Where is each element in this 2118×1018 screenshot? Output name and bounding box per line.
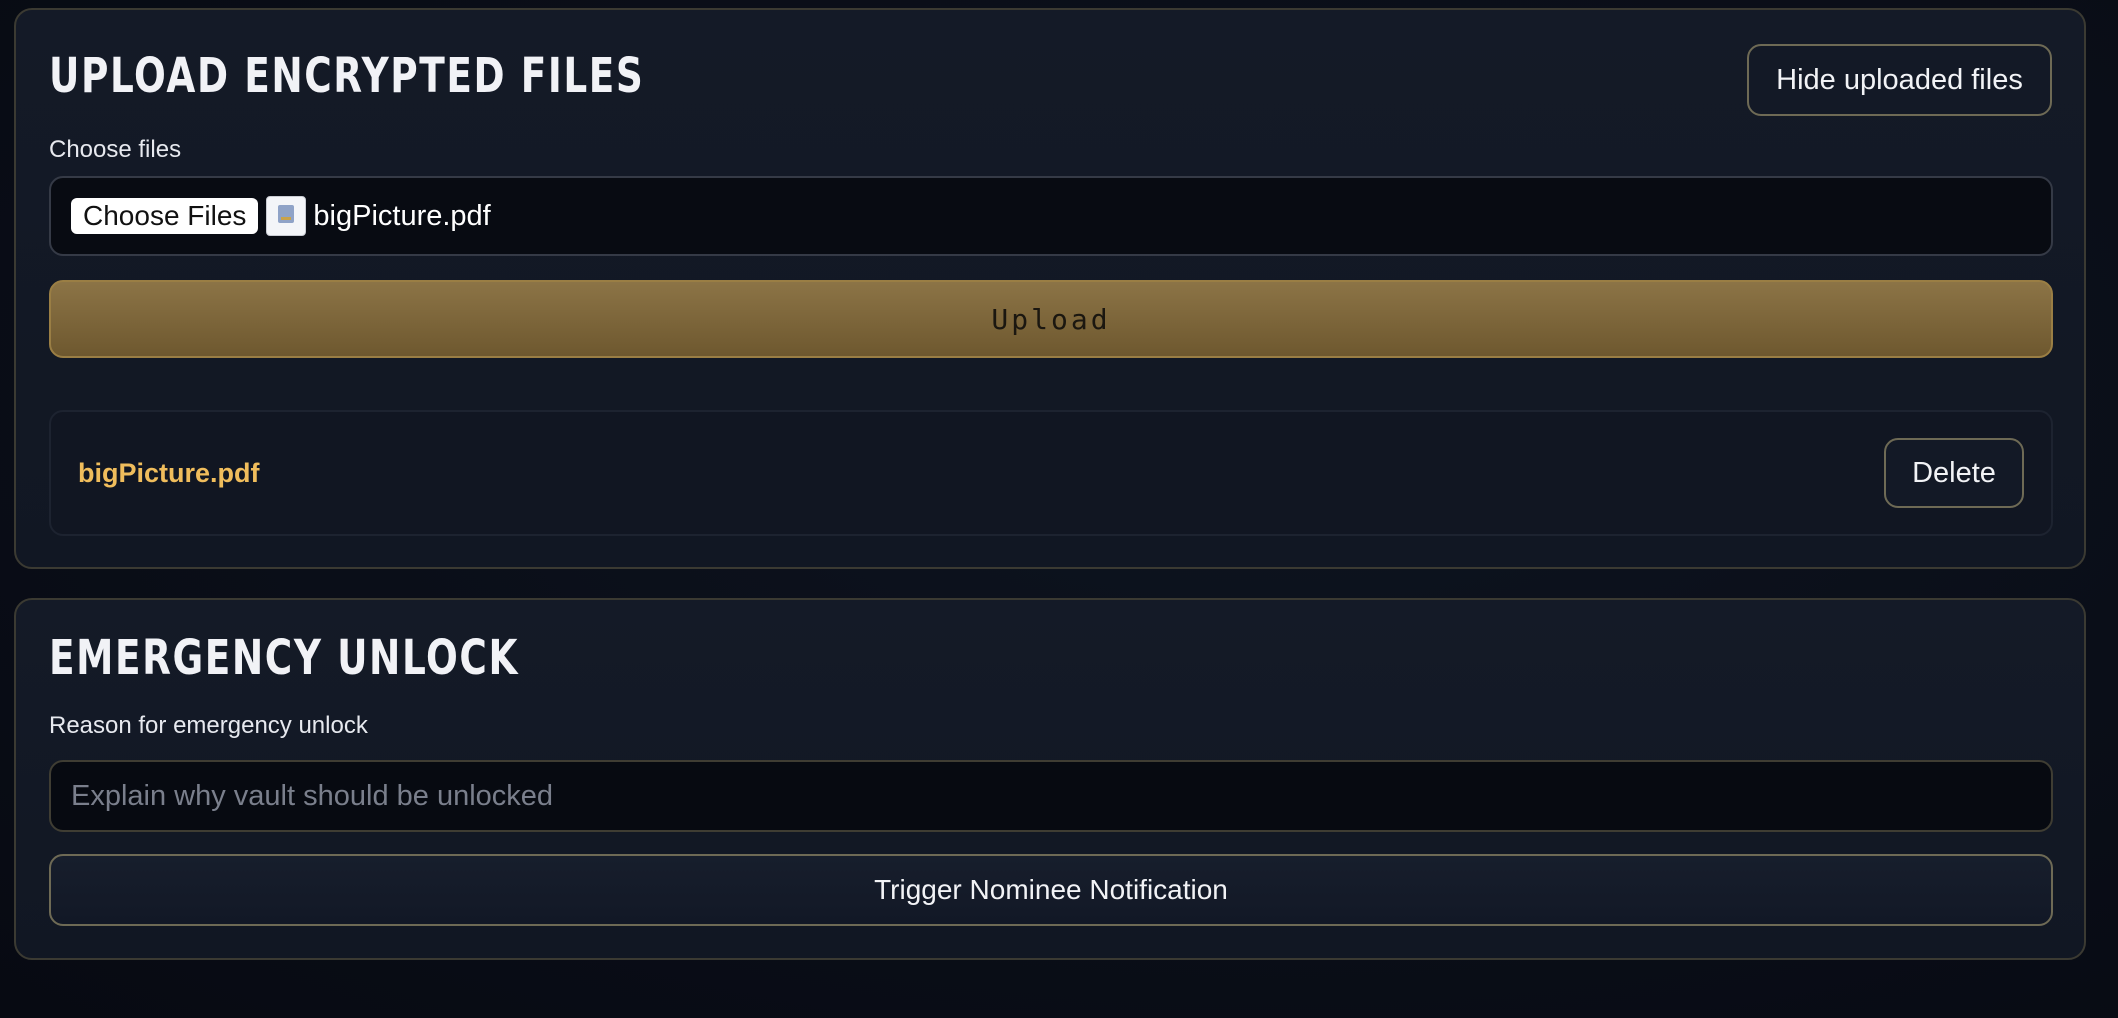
list-item: bigPicture.pdf Delete — [51, 412, 2051, 534]
trigger-nominee-notification-button[interactable]: Trigger Nominee Notification — [49, 854, 2053, 926]
upload-encrypted-files-card: UPLOAD ENCRYPTED FILES Hide uploaded fil… — [14, 8, 2086, 569]
file-picker[interactable]: Choose Files bigPicture.pdf — [49, 176, 2053, 256]
choose-files-button[interactable]: Choose Files — [71, 198, 259, 234]
emergency-section-title: EMERGENCY UNLOCK — [49, 630, 520, 686]
selected-file-name: bigPicture.pdf — [313, 199, 491, 232]
emergency-unlock-card: EMERGENCY UNLOCK Reason for emergency un… — [14, 598, 2086, 960]
reason-label: Reason for emergency unlock — [49, 712, 368, 739]
delete-file-button[interactable]: Delete — [1884, 438, 2024, 508]
hide-uploaded-files-button[interactable]: Hide uploaded files — [1747, 44, 2052, 116]
reason-input[interactable] — [49, 760, 2053, 832]
choose-files-label: Choose files — [49, 136, 182, 163]
pdf-file-icon — [266, 196, 307, 236]
upload-button[interactable]: Upload — [49, 280, 2053, 358]
uploaded-file-name: bigPicture.pdf — [78, 457, 260, 488]
uploaded-files-list: bigPicture.pdf Delete — [49, 410, 2053, 536]
upload-section-title: UPLOAD ENCRYPTED FILES — [49, 48, 645, 104]
